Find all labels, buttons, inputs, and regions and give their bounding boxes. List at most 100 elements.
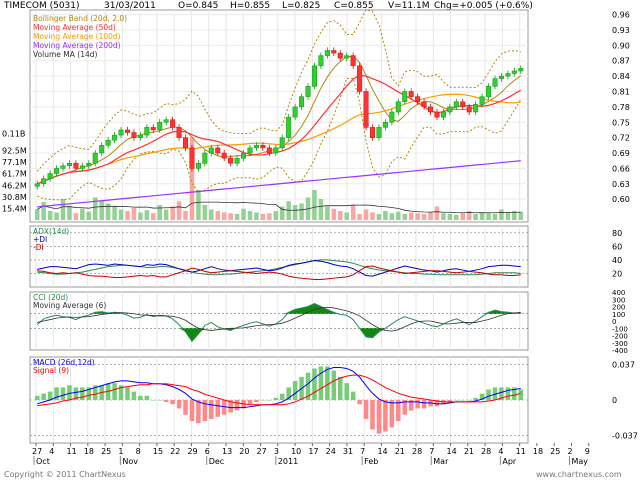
candle-body	[247, 147, 253, 154]
volume-tick-label: 46.2M	[2, 181, 27, 190]
volume-bar	[247, 211, 253, 220]
volume-bar	[441, 213, 446, 220]
x-day-label: 21	[395, 447, 405, 456]
macd-histogram-bar	[215, 400, 221, 417]
price-tick-label: 0.69	[612, 149, 630, 158]
candle-body	[215, 147, 221, 154]
stock-chart[interactable]: 0.96 0.93 0.90 0.87 0.84 0.81 0.78 0.75 0.72 0.69…	[0, 0, 640, 480]
candle-body	[453, 101, 459, 108]
candle-body	[479, 96, 485, 105]
volume-tick-label: 92.5M	[2, 147, 27, 156]
candle-body	[234, 157, 240, 164]
macd-histogram-bar	[337, 376, 343, 400]
volume-bar	[350, 205, 356, 220]
x-day-label: 4	[498, 447, 503, 456]
macd-histogram-bar	[112, 383, 117, 400]
candle-body	[260, 145, 266, 149]
volume-bar	[376, 214, 382, 220]
price-tick-label: 0.63	[612, 180, 630, 189]
volume-bar	[125, 211, 130, 220]
adx-tick-label: 40	[612, 256, 622, 265]
candle-body	[66, 163, 72, 167]
candle-body	[241, 152, 247, 159]
price-legend-entry: Moving Average (200d)	[33, 41, 121, 50]
candle-body	[183, 137, 189, 149]
volume-bar	[170, 206, 175, 220]
candle-body	[331, 50, 337, 54]
price-tick-label: 0.78	[612, 103, 630, 112]
x-month-label: May	[571, 457, 588, 466]
cci-tick-label: -400	[612, 347, 628, 355]
adx-legend-entry: -DI	[33, 243, 44, 252]
macd-histogram-bar	[344, 383, 349, 400]
x-month-label: 2011	[278, 457, 298, 466]
volume-bar	[80, 208, 85, 220]
candle-body	[350, 55, 356, 67]
volume-bar	[396, 211, 401, 220]
price-legend-entry: Bollinger Band (20d, 2.0)	[33, 14, 127, 23]
macd-histogram-bar	[518, 389, 524, 400]
x-day-label: 27	[257, 447, 267, 456]
volume-tick-label: 61.7M	[2, 170, 27, 179]
candle-body	[324, 50, 330, 56]
macd-histogram-bar	[370, 400, 375, 430]
candle-body	[498, 75, 504, 79]
candle-body	[305, 86, 311, 97]
candle-body	[505, 73, 511, 77]
volume-bar	[60, 199, 66, 220]
candle-body	[41, 178, 47, 185]
candle-body	[357, 65, 363, 92]
volume-bar	[202, 205, 208, 220]
candle-body	[189, 147, 195, 169]
candle-body	[466, 106, 472, 113]
macd-histogram-bar	[260, 400, 266, 401]
volume-bar	[118, 209, 124, 220]
macd-histogram-bar	[415, 400, 420, 409]
volume-bar	[434, 206, 440, 220]
x-month-label: Feb	[364, 457, 378, 466]
candle-body	[408, 91, 414, 97]
macd-histogram-bar	[34, 395, 40, 400]
x-day-label: 4	[49, 447, 54, 456]
macd-histogram-bar	[80, 387, 85, 400]
volume-bar	[383, 211, 388, 220]
x-day-label: 6	[205, 447, 210, 456]
volume-bar	[228, 213, 233, 220]
x-day-label: 24	[326, 447, 336, 456]
x-day-label: 20	[239, 447, 249, 456]
volume-bar	[157, 205, 162, 220]
macd-histogram-bar	[234, 400, 240, 411]
volume-tick-label: 77.1M	[2, 158, 27, 167]
candle-body	[92, 152, 98, 164]
candle-body	[279, 137, 285, 149]
volume-bar	[486, 213, 491, 220]
x-day-label: 18	[84, 447, 94, 456]
macd-histogram-bar	[170, 400, 175, 405]
macd-histogram-bar	[389, 400, 395, 428]
price-tick-label: 0.96	[612, 11, 630, 20]
macd-histogram-bar	[47, 391, 53, 400]
macd-histogram-bar	[357, 400, 362, 405]
x-day-label: 25	[550, 447, 560, 456]
candle-body	[176, 127, 182, 138]
x-day-label: 13	[222, 447, 232, 456]
x-day-label: 29	[187, 447, 197, 456]
x-day-label: 10	[291, 447, 301, 456]
macd-histogram-bar	[41, 393, 46, 400]
x-month-label: Mar	[433, 457, 449, 466]
candle-body	[389, 111, 395, 123]
volume-bar	[176, 201, 182, 220]
volume-bar	[454, 214, 459, 220]
candle-body	[99, 145, 105, 154]
macd-histogram-bar	[454, 400, 459, 401]
price-tick-label: 0.87	[612, 57, 630, 66]
volume-bar	[331, 208, 337, 220]
x-day-label: 15	[153, 447, 163, 456]
macd-histogram-bar	[273, 397, 279, 400]
candle-body	[473, 104, 479, 113]
macd-histogram-bar	[157, 400, 162, 401]
volume-bar	[221, 212, 227, 220]
volume-bar	[209, 209, 214, 220]
site-url: www.chartnexus.com	[536, 470, 622, 479]
candle-body	[79, 165, 85, 169]
